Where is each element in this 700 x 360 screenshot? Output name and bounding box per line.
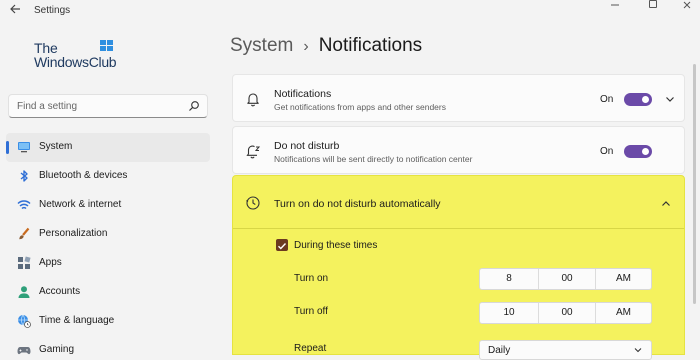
page-title: Notifications [318,35,423,56]
brush-icon [19,227,30,240]
title-bar: Settings [0,0,700,24]
during-these-times-label: During these times [294,240,378,251]
turn-off-period[interactable]: AM [596,303,651,323]
sidebar-item-label: Accounts [39,286,81,297]
do-not-disturb-subtitle: Notifications will be sent directly to n… [274,154,473,164]
search-icon[interactable] [188,100,200,112]
sidebar-item-label: Bluetooth & devices [39,170,128,181]
bluetooth-icon [20,170,28,182]
turn-on-label: Turn on [294,273,329,284]
auto-dnd-header[interactable]: Turn on do not disturb automatically [233,176,684,228]
wifi-icon [17,200,31,210]
minimize-icon [611,4,619,6]
sidebar-item-label: Gaming [39,344,75,355]
maximize-icon [649,0,657,8]
sidebar-item-network[interactable]: Network & internet [6,191,210,220]
turn-off-label: Turn off [294,306,328,317]
sidebar-item-bluetooth[interactable]: Bluetooth & devices [6,162,210,191]
turn-on-minute[interactable]: 00 [539,269,595,289]
repeat-label: Repeat [294,343,327,354]
app-title: Settings [34,5,71,16]
notifications-subtitle: Get notifications from apps and other se… [274,102,446,112]
bell-snooze-icon [246,145,261,159]
apps-icon [18,256,31,269]
search-input[interactable] [17,99,185,113]
sidebar-item-system[interactable]: System [6,133,210,162]
do-not-disturb-toggle[interactable] [624,145,652,158]
monitor-icon [18,142,30,153]
repeat-dropdown[interactable]: Daily [479,340,652,360]
do-not-disturb-state-label: On [600,146,614,157]
maximize-button[interactable] [638,0,668,14]
notifications-toggle[interactable] [624,93,652,106]
globe-clock-icon [18,314,31,328]
sidebar-item-time-language[interactable]: Time & language [6,307,210,336]
breadcrumb-separator: › [303,38,309,55]
turn-off-minute[interactable]: 00 [539,303,595,323]
turn-on-time-picker[interactable]: 8 00 AM [479,268,652,290]
during-these-times-checkbox[interactable] [276,239,288,251]
bell-icon [247,93,259,107]
checkmark-icon [278,243,287,250]
search-box[interactable] [8,94,208,118]
logo-text-line2: WindowsClub [34,54,117,70]
chevron-down-icon[interactable] [664,93,676,105]
repeat-value: Daily [488,345,511,356]
breadcrumb: System › Notifications [230,35,422,57]
sidebar-item-label: System [39,141,73,152]
turn-off-hour[interactable]: 10 [480,303,538,323]
minimize-button[interactable] [600,0,630,14]
sidebar-item-accounts[interactable]: Accounts [6,278,210,307]
person-icon [18,286,30,298]
turn-off-time-picker[interactable]: 10 00 AM [479,302,652,324]
auto-dnd-section: Turn on do not disturb automatically Dur… [232,175,685,360]
close-button[interactable] [672,0,700,14]
gamepad-icon [17,347,31,355]
divider [233,228,684,229]
sidebar-item-label: Apps [39,257,62,268]
sidebar-item-apps[interactable]: Apps [6,249,210,278]
notifications-card[interactable]: Notifications Get notifications from app… [232,74,685,122]
scrollbar[interactable] [693,64,696,304]
sidebar-nav: System Bluetooth & devices Network & int… [6,133,210,360]
windows-logo-icon [100,40,114,52]
notifications-state-label: On [600,94,614,105]
sidebar-item-label: Time & language [39,315,115,326]
do-not-disturb-card: Do not disturb Notifications will be sen… [232,126,685,174]
breadcrumb-parent[interactable]: System [230,35,293,56]
auto-dnd-title: Turn on do not disturb automatically [274,198,441,210]
back-button[interactable] [6,2,24,20]
back-arrow-icon [10,4,20,14]
sidebar-item-label: Network & internet [39,199,122,210]
clock-icon [246,196,260,210]
notifications-title: Notifications [274,88,332,100]
chevron-up-icon[interactable] [660,198,672,210]
logo: The WindowsClub [34,40,124,72]
turn-on-hour[interactable]: 8 [480,269,538,289]
sidebar-item-personalization[interactable]: Personalization [6,220,210,249]
chevron-down-icon [634,348,642,353]
sidebar-item-label: Personalization [39,228,108,239]
close-icon [683,1,691,9]
sidebar-item-gaming[interactable]: Gaming [6,336,210,360]
do-not-disturb-title: Do not disturb [274,140,340,152]
turn-on-period[interactable]: AM [596,269,651,289]
